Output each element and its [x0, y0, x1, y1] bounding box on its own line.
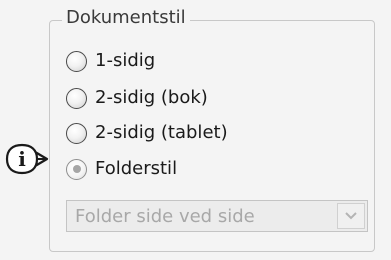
- document-style-group-title: Dokumentstil: [62, 6, 190, 30]
- folder-style-select[interactable]: Folder side ved side: [66, 200, 368, 232]
- radio-button[interactable]: [66, 87, 87, 109]
- dropdown-button[interactable]: [337, 203, 365, 229]
- chevron-down-icon: [345, 212, 357, 220]
- radio-option-folderstil[interactable]: Folderstil: [66, 155, 177, 183]
- radio-option-label: Folderstil: [95, 158, 178, 179]
- radio-selected-dot: [72, 165, 81, 173]
- radio-option-label: 1-sidig: [95, 50, 156, 71]
- radio-option-2-sidig-tablet[interactable]: 2-sidig (tablet): [66, 119, 228, 147]
- radio-button-selected[interactable]: [66, 158, 87, 180]
- chevron-down-path: [345, 212, 357, 220]
- radio-option-label: 2-sidig (bok): [95, 87, 208, 108]
- radio-option-2-sidig-bok[interactable]: 2-sidig (bok): [66, 84, 208, 112]
- radio-option-1-sidig[interactable]: 1-sidig: [66, 47, 155, 75]
- radio-button[interactable]: [66, 122, 87, 144]
- folder-style-select-value: Folder side ved side: [75, 205, 255, 227]
- info-pointer-icon: i: [5, 143, 49, 175]
- info-icon-glyph: i: [18, 147, 26, 171]
- radio-option-label: 2-sidig (tablet): [95, 122, 228, 143]
- radio-button[interactable]: [66, 50, 87, 72]
